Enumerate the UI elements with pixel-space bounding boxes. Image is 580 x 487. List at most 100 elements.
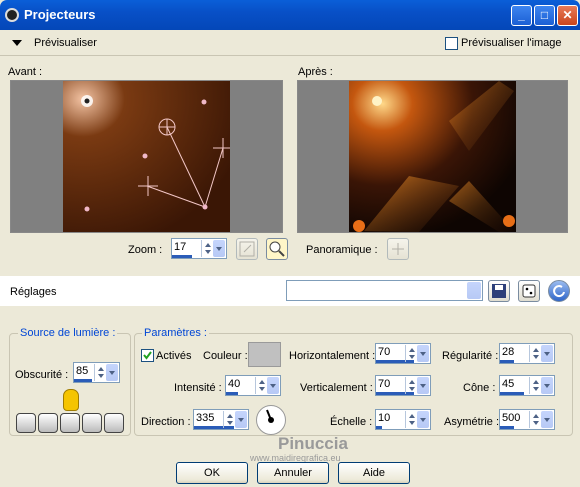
zoom-value[interactable]: 17: [174, 241, 186, 253]
regularite-value[interactable]: 28: [502, 346, 514, 358]
actives-checkbox[interactable]: [141, 349, 154, 362]
preview-image-checkbox[interactable]: [445, 37, 458, 50]
horizontalement-stepper[interactable]: 70: [375, 343, 431, 364]
actives-label[interactable]: Activés: [156, 350, 191, 362]
checkmark-icon: [143, 351, 152, 360]
echelle-value[interactable]: 10: [378, 412, 390, 424]
presets-dropdown[interactable]: [286, 280, 483, 301]
light-source-4-icon[interactable]: [82, 413, 102, 433]
collapse-triangle-icon[interactable]: [12, 40, 22, 46]
verticalement-dropdown-icon[interactable]: [417, 377, 429, 394]
asymetrie-label: Asymétrie :: [444, 416, 500, 428]
direction-value[interactable]: 335: [196, 412, 214, 424]
regularite-stepper[interactable]: 28: [499, 343, 555, 364]
fit-view-button[interactable]: [236, 238, 258, 260]
direction-stepper-arrows-icon[interactable]: [223, 411, 235, 428]
asymetrie-stepper[interactable]: 500: [499, 409, 555, 430]
zoom-stepper[interactable]: 17: [171, 238, 227, 259]
window-title: Projecteurs: [24, 7, 96, 22]
help-button[interactable]: Aide: [338, 462, 410, 484]
minimize-button[interactable]: _: [511, 5, 532, 26]
preview-bar: Prévisualiser Prévisualiser l'image: [0, 30, 580, 56]
verticalement-label: Verticalement :: [300, 382, 373, 394]
pointer-hand-icon: [63, 389, 79, 411]
dice-icon: [522, 284, 536, 298]
light-source-3-icon[interactable]: [60, 413, 80, 433]
cone-value[interactable]: 45: [502, 378, 514, 390]
chevron-down-icon[interactable]: [467, 282, 481, 299]
light-source-title: Source de lumière :: [18, 327, 118, 339]
direction-stepper[interactable]: 335: [193, 409, 249, 430]
couleur-label: Couleur :: [203, 350, 248, 362]
settings-bar: Réglages: [0, 276, 580, 306]
after-image: [349, 81, 516, 232]
horizontalement-value[interactable]: 70: [378, 346, 390, 358]
verticalement-stepper-arrows-icon[interactable]: [405, 377, 417, 394]
regularite-stepper-arrows-icon[interactable]: [529, 345, 541, 362]
direction-dial[interactable]: [256, 405, 286, 435]
color-swatch[interactable]: [248, 342, 281, 367]
app-icon: [5, 8, 19, 22]
random-button[interactable]: [518, 280, 540, 302]
intensite-label: Intensité :: [174, 382, 222, 394]
title-bar: Projecteurs _ □ ✕: [0, 0, 580, 30]
obscurite-value[interactable]: 85: [76, 365, 88, 377]
verticalement-value[interactable]: 70: [378, 378, 390, 390]
cone-stepper[interactable]: 45: [499, 375, 555, 396]
zoom-tool-button[interactable]: [266, 238, 288, 260]
move-icon: [392, 243, 404, 255]
light-source-5-icon[interactable]: [104, 413, 124, 433]
maximize-button[interactable]: □: [534, 5, 555, 26]
preview-label[interactable]: Prévisualiser: [34, 37, 97, 49]
ok-button[interactable]: OK: [176, 462, 248, 484]
intensite-value[interactable]: 40: [228, 378, 240, 390]
intensite-stepper[interactable]: 40: [225, 375, 281, 396]
regularite-label: Régularité :: [442, 350, 499, 362]
preview-image-label[interactable]: Prévisualiser l'image: [461, 37, 562, 49]
before-image: [63, 81, 230, 232]
before-label: Avant :: [8, 66, 43, 78]
asymetrie-stepper-arrows-icon[interactable]: [529, 411, 541, 428]
zoom-dropdown-icon[interactable]: [213, 240, 225, 257]
zoom-stepper-arrows-icon[interactable]: [201, 240, 213, 257]
horizontalement-dropdown-icon[interactable]: [417, 345, 429, 362]
asymetrie-dropdown-icon[interactable]: [541, 411, 553, 428]
echelle-label: Échelle :: [330, 416, 373, 428]
cone-label: Cône :: [463, 382, 496, 394]
echelle-dropdown-icon[interactable]: [417, 411, 429, 428]
after-preview: [297, 80, 568, 233]
intensite-dropdown-icon[interactable]: [267, 377, 279, 394]
horizontalement-stepper-arrows-icon[interactable]: [405, 345, 417, 362]
asymetrie-value[interactable]: 500: [502, 412, 520, 424]
watermark-name: Pinuccia: [278, 434, 348, 453]
undo-arrow-icon: [553, 285, 565, 298]
save-preset-button[interactable]: [488, 280, 510, 302]
dial-needle-icon: [266, 409, 274, 423]
light-source-2-icon[interactable]: [38, 413, 58, 433]
obscurite-stepper[interactable]: 85: [73, 362, 120, 383]
close-button[interactable]: ✕: [557, 5, 578, 26]
verticalement-stepper[interactable]: 70: [375, 375, 431, 396]
direction-label: Direction :: [141, 416, 191, 428]
floppy-icon: [492, 284, 506, 298]
regularite-dropdown-icon[interactable]: [541, 345, 553, 362]
direction-dropdown-icon[interactable]: [235, 411, 247, 428]
cone-stepper-arrows-icon[interactable]: [529, 377, 541, 394]
parameters-title: Paramètres :: [142, 327, 209, 339]
reset-button[interactable]: [548, 280, 570, 302]
cancel-button[interactable]: Annuler: [257, 462, 329, 484]
obscurite-stepper-arrows-icon[interactable]: [94, 364, 106, 381]
obscurite-dropdown-icon[interactable]: [106, 364, 118, 381]
panoramique-label: Panoramique :: [306, 244, 378, 256]
echelle-stepper-arrows-icon[interactable]: [405, 411, 417, 428]
pan-button[interactable]: [387, 238, 409, 260]
before-preview[interactable]: [10, 80, 283, 233]
intensite-stepper-arrows-icon[interactable]: [255, 377, 267, 394]
light-source-1-icon[interactable]: [16, 413, 36, 433]
cone-dropdown-icon[interactable]: [541, 377, 553, 394]
horizontalement-label: Horizontalement :: [289, 350, 376, 362]
obscurite-label: Obscurité :: [15, 369, 69, 381]
reglages-label: Réglages: [10, 286, 57, 298]
resize-icon: [239, 241, 255, 257]
echelle-stepper[interactable]: 10: [375, 409, 431, 430]
